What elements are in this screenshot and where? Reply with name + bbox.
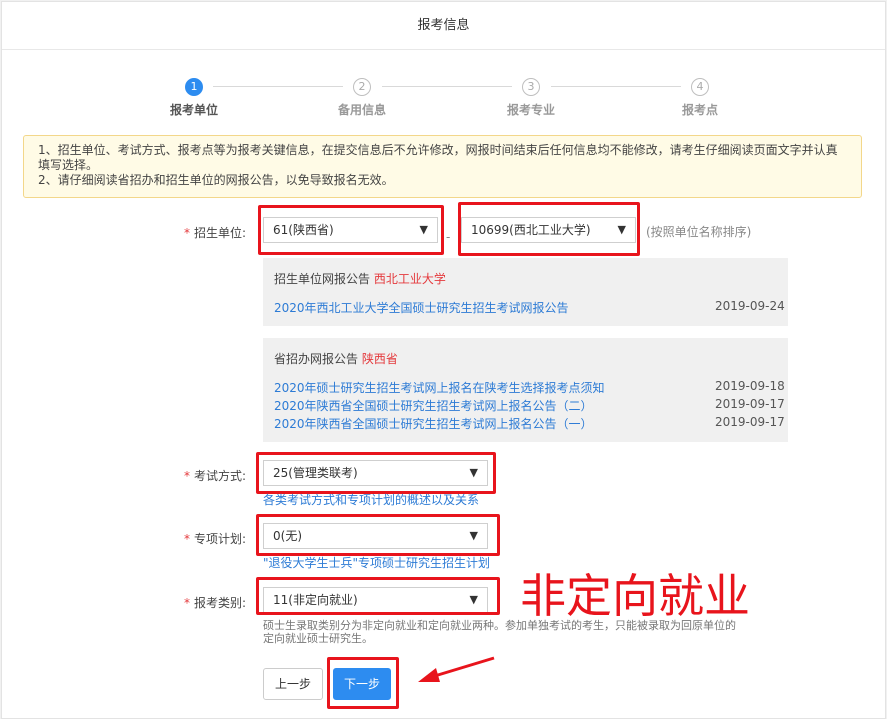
- announcement-link[interactable]: 2020年陕西省全国硕士研究生招生考试网上报名公告（一）: [274, 415, 593, 432]
- step-1-label: 报考单位: [169, 103, 218, 117]
- school-select-value: 10699(西北工业大学): [471, 223, 591, 237]
- announcement-link[interactable]: 2020年陕西省全国硕士研究生招生考试网上报名公告（二）: [274, 397, 593, 414]
- step-3-label: 报考专业: [506, 103, 555, 117]
- prev-step-button[interactable]: 上一步: [263, 668, 323, 700]
- special-plan-value: 0(无): [273, 529, 302, 543]
- exam-method-label: * 考试方式:: [183, 469, 246, 483]
- announcement-date: 2019-09-17: [715, 415, 785, 429]
- category-label: * 报考类别:: [183, 596, 246, 610]
- step-connector: [382, 86, 512, 87]
- dropdown-arrow-icon: ▼: [469, 466, 478, 479]
- step-connector: [551, 86, 681, 87]
- exam-method-link[interactable]: 各类考试方式和专项计划的概述以及关系: [263, 491, 479, 508]
- step-4-label: 报考点: [681, 103, 718, 117]
- announcement-date: 2019-09-17: [715, 397, 785, 411]
- announcement-link[interactable]: 2020年西北工业大学全国硕士研究生招生考试网报公告: [274, 299, 569, 316]
- school-announcement-title: 招生单位网报公告 西北工业大学: [274, 272, 446, 286]
- province-announcement-title: 省招办网报公告 陕西省: [274, 352, 398, 366]
- special-plan-select[interactable]: 0(无) ▼: [263, 523, 488, 549]
- notice-line: 1、招生单位、考试方式、报考点等为报考关键信息，在提交信息后不允许修改，网报时间…: [38, 143, 838, 157]
- sort-hint: (按照单位名称排序): [646, 225, 752, 239]
- announcement-link[interactable]: 2020年硕士研究生招生考试网上报名在陕考生选择报考点须知: [274, 379, 605, 396]
- province-select-value: 61(陕西省): [273, 223, 334, 237]
- annotation-arrow-icon: [418, 656, 495, 682]
- separator: -: [446, 230, 451, 244]
- announcement-date: 2019-09-18: [715, 379, 785, 393]
- province-select[interactable]: 61(陕西省) ▼: [263, 217, 438, 243]
- exam-method-select[interactable]: 25(管理类联考) ▼: [263, 460, 488, 486]
- step-connector: [213, 86, 343, 87]
- notice-line: 填写选择。: [38, 158, 99, 172]
- step-4-circle: 4: [691, 78, 709, 96]
- category-select[interactable]: 11(非定向就业) ▼: [263, 587, 488, 613]
- notice-line: 2、请仔细阅读省招办和招生单位的网报公告，以免导致报名无效。: [38, 173, 394, 187]
- dropdown-arrow-icon: ▼: [469, 529, 478, 542]
- exam-method-value: 25(管理类联考): [273, 466, 358, 480]
- page-title: 报考信息: [2, 2, 885, 50]
- school-select[interactable]: 10699(西北工业大学) ▼: [461, 217, 636, 243]
- annotation-text: 非定向就业: [520, 569, 750, 623]
- step-2-label: 备用信息: [337, 103, 386, 117]
- dropdown-arrow-icon: ▼: [617, 223, 626, 236]
- step-1-circle: 1: [185, 78, 203, 96]
- category-description: 定向就业硕士研究生。: [263, 632, 373, 645]
- notice-box: 1、招生单位、考试方式、报考点等为报考关键信息，在提交信息后不允许修改，网报时间…: [23, 135, 862, 198]
- special-plan-link[interactable]: "退役大学生士兵"专项硕士研究生招生计划: [263, 554, 490, 571]
- step-3-circle: 3: [522, 78, 540, 96]
- next-step-button[interactable]: 下一步: [333, 668, 391, 700]
- dropdown-arrow-icon: ▼: [469, 593, 478, 606]
- category-value: 11(非定向就业): [273, 593, 358, 607]
- announcement-date: 2019-09-24: [715, 299, 785, 313]
- unit-label: * 招生单位:: [183, 226, 246, 240]
- dropdown-arrow-icon: ▼: [419, 223, 428, 236]
- step-2-circle: 2: [353, 78, 371, 96]
- special-plan-label: * 专项计划:: [183, 532, 246, 546]
